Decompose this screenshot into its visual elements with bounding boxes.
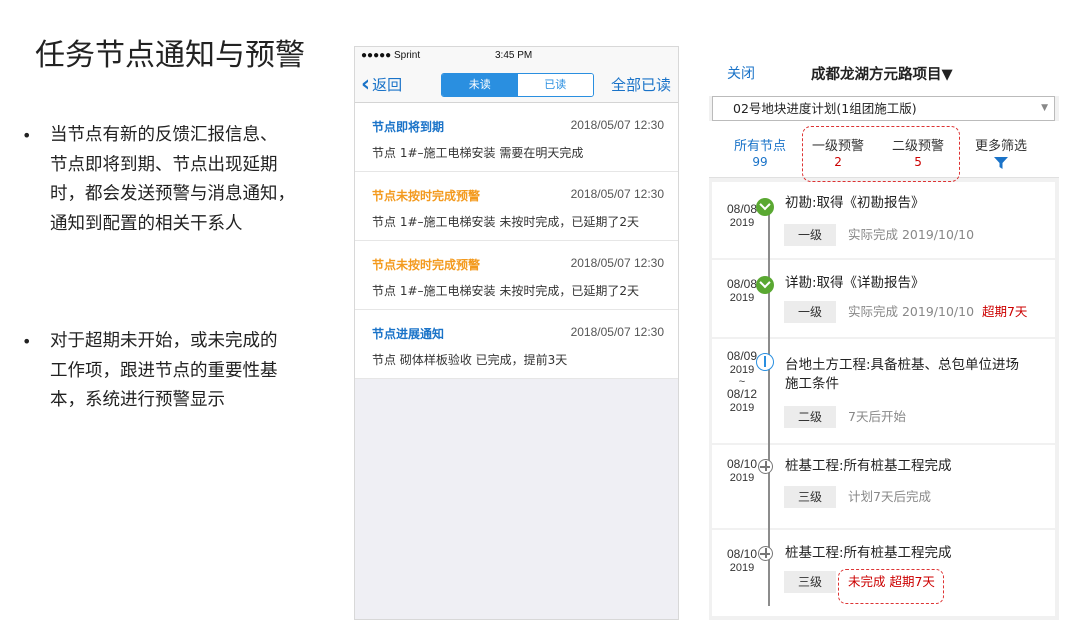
bullet-line: 当节点有新的反馈汇报信息、	[50, 125, 278, 145]
timeline-node[interactable]: 08/08 2019 详勘:取得《详勘报告》 一级 实际完成 2019/10/1…	[712, 260, 1055, 337]
message-time: 2018/05/07 12:30	[570, 256, 664, 270]
check-icon	[756, 198, 774, 216]
message-screen: ●●●●● Sprint 3:45 PM ‹ 返回 未读 已读 全部已读 节点即…	[354, 46, 679, 620]
node-date-day: 08/08	[726, 277, 758, 291]
node-date-day: 08/10	[726, 457, 758, 471]
plan-select[interactable]: 02号地块进度计划(1组团施工版) ▼	[712, 96, 1055, 121]
node-date-year: 2019	[729, 217, 755, 229]
status-bar: ●●●●● Sprint 3:45 PM	[355, 47, 678, 65]
carrier-label: ●●●●● Sprint	[361, 50, 421, 61]
dropdown-caret-icon: ▼	[1041, 103, 1048, 113]
read-filter-segment: 未读 已读	[441, 73, 594, 97]
in-progress-icon	[756, 353, 774, 371]
pending-icon	[758, 459, 773, 474]
message-title: 节点进展通知	[372, 327, 445, 341]
node-level-badge: 三级	[784, 486, 836, 508]
node-date: 08/10 2019	[723, 457, 761, 485]
node-title: 详勘:取得《详勘报告》	[785, 275, 925, 291]
filter-label: 所有节点	[734, 139, 787, 154]
plan-select-value: 02号地块进度计划(1组团施工版)	[733, 101, 917, 116]
node-status: 7天后开始	[848, 409, 906, 424]
pending-icon	[758, 546, 773, 561]
timeline-node[interactable]: 08/10 2019 桩基工程:所有桩基工程完成 三级 计划7天后完成	[712, 445, 1055, 528]
bullet-line: 对于超期未开始，或未完成的	[50, 331, 278, 351]
node-status: 计划7天后完成	[848, 489, 931, 504]
overdue-label: 超期7天	[981, 304, 1028, 319]
timeline-node[interactable]: 08/08 2019 初勘:取得《初勘报告》 一级 实际完成 2019/10/1…	[712, 182, 1055, 258]
node-level-badge: 一级	[784, 301, 836, 323]
warning-highlight	[802, 126, 960, 182]
list-item[interactable]: 节点未按时完成预警 2018/05/07 12:30 节点 1#–施工电梯安装 …	[355, 172, 678, 241]
node-date-day: 08/10	[726, 547, 758, 561]
bullet-line: 节点即将到期、节点出现延期	[50, 154, 278, 175]
node-title: 初勘:取得《初勘报告》	[785, 195, 925, 211]
node-timeline-screen: 关闭 成都龙湖方元路项目▼ 02号地块进度计划(1组团施工版) ▼ 所有节点 9…	[709, 46, 1059, 620]
slide-title: 任务节点通知与预警	[35, 38, 305, 73]
message-body: 节点 砌体样板验收 已完成，提前3天	[372, 353, 568, 367]
more-filters-button[interactable]: 更多筛选	[975, 135, 1027, 170]
node-status: 实际完成 2019/10/10 超期7天	[848, 301, 1027, 323]
back-label: 返回	[372, 76, 403, 94]
header: 关闭 成都龙湖方元路项目▼	[709, 46, 1059, 96]
warning-highlight	[838, 569, 944, 604]
message-body: 节点 1#–施工电梯安装 未按时完成，已延期了2天	[372, 284, 639, 298]
message-time: 2018/05/07 12:30	[570, 187, 664, 201]
node-level-badge: 三级	[784, 571, 836, 593]
node-level-badge: 二级	[784, 406, 836, 428]
node-date-year: 2019	[729, 472, 755, 484]
filter-label: 更多筛选	[975, 139, 1028, 154]
filter-count: 99	[752, 155, 768, 169]
close-button[interactable]: 关闭	[727, 63, 755, 83]
node-date: 08/08 2019	[723, 277, 761, 305]
node-level-badge: 一级	[784, 224, 836, 246]
node-status-text: 实际完成 2019/10/10	[848, 304, 975, 319]
node-title: 台地土方工程:具备桩基、总包单位进场施工条件	[785, 357, 1020, 392]
message-title: 节点即将到期	[372, 120, 445, 134]
node-date-year: 2019	[729, 292, 755, 304]
message-list: 节点即将到期 2018/05/07 12:30 节点 1#–施工电梯安装 需要在…	[355, 103, 678, 379]
chevron-left-icon: ‹	[361, 71, 371, 97]
list-item[interactable]: 节点未按时完成预警 2018/05/07 12:30 节点 1#–施工电梯安装 …	[355, 241, 678, 310]
mark-all-read-button[interactable]: 全部已读	[611, 74, 671, 95]
bullet-dot: •	[22, 126, 32, 145]
date-range-separator: ~	[738, 376, 746, 388]
node-title: 桩基工程:所有桩基工程完成	[785, 458, 952, 474]
node-date-day: 08/09	[726, 349, 758, 363]
message-title: 节点未按时完成预警	[372, 189, 481, 203]
node-date-day: 08/08	[726, 202, 758, 216]
back-button[interactable]: ‹ 返回	[361, 71, 403, 97]
message-body: 节点 1#–施工电梯安装 未按时完成，已延期了2天	[372, 215, 639, 229]
nav-bar: ‹ 返回 未读 已读 全部已读	[355, 65, 678, 103]
node-date-year: 2019	[729, 364, 755, 376]
tab-read[interactable]: 已读	[517, 74, 593, 96]
node-title: 桩基工程:所有桩基工程完成	[785, 545, 952, 561]
node-date: 08/10 2019	[723, 547, 761, 575]
funnel-icon	[994, 157, 1008, 169]
node-status: 实际完成 2019/10/10	[848, 227, 975, 242]
message-time: 2018/05/07 12:30	[570, 118, 664, 132]
bullet-line: 工作项，跟进节点的重要性基	[50, 360, 278, 381]
bullet-line: 通知到配置的相关干系人	[50, 213, 243, 234]
message-title: 节点未按时完成预警	[372, 258, 481, 272]
bullet-line: 时，都会发送预警与消息通知，	[50, 184, 295, 204]
node-date-year: 2019	[729, 562, 755, 574]
message-body: 节点 1#–施工电梯安装 需要在明天完成	[372, 146, 584, 160]
list-item[interactable]: 节点即将到期 2018/05/07 12:30 节点 1#–施工电梯安装 需要在…	[355, 103, 678, 172]
message-time: 2018/05/07 12:30	[570, 325, 664, 339]
filter-all-nodes[interactable]: 所有节点 99	[734, 135, 786, 169]
tab-unread[interactable]: 未读	[442, 74, 518, 96]
project-selector[interactable]: 成都龙湖方元路项目▼	[811, 63, 953, 84]
clock: 3:45 PM	[495, 50, 533, 61]
node-date-day: 08/12	[726, 387, 758, 401]
node-date-year: 2019	[729, 402, 755, 414]
bullet-line: 本，系统进行预警显示	[50, 390, 225, 410]
check-icon	[756, 276, 774, 294]
list-item[interactable]: 节点进展通知 2018/05/07 12:30 节点 砌体样板验收 已完成，提前…	[355, 310, 678, 379]
bullet-dot: •	[22, 332, 32, 351]
